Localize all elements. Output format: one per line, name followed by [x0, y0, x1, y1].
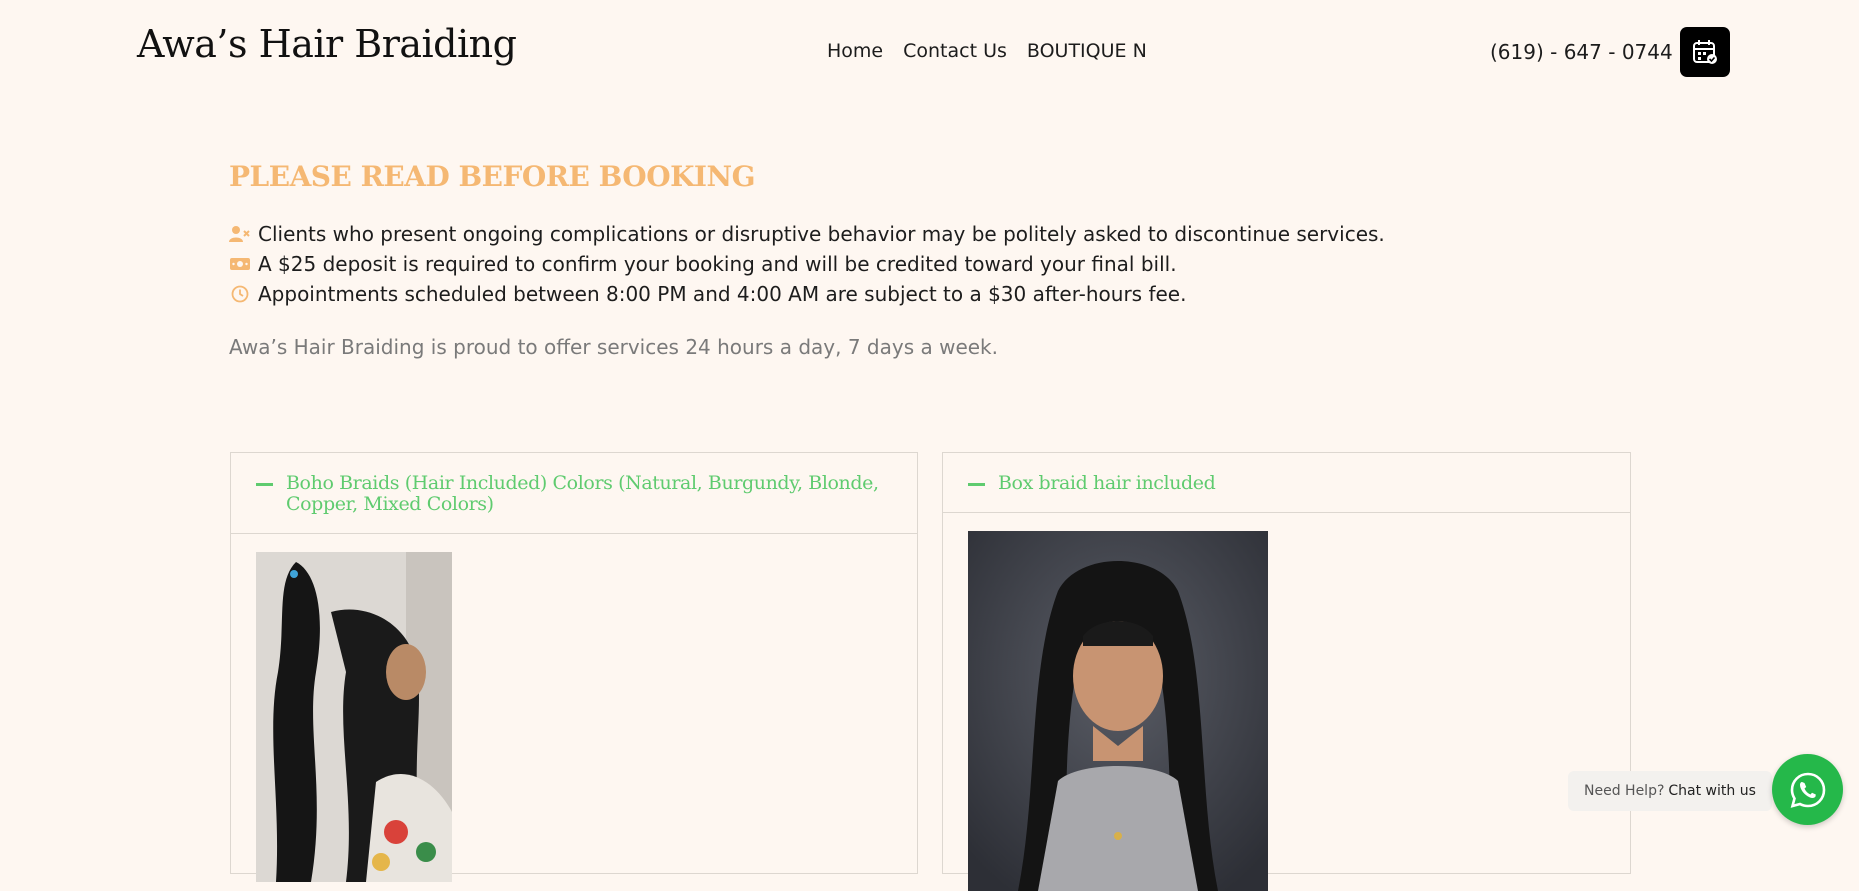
nav-boutique[interactable]: BOUTIQUE N — [1027, 40, 1147, 62]
nav-contact-us[interactable]: Contact Us — [903, 40, 1007, 62]
rule-text: Clients who present ongoing complication… — [258, 222, 1385, 246]
minus-icon — [256, 483, 273, 486]
box-braids-photo — [968, 531, 1268, 891]
service-card-boho-braids: Boho Braids (Hair Included) Colors (Natu… — [230, 452, 918, 882]
money-icon — [229, 254, 251, 274]
brand-logo[interactable]: Awa’s Hair Braiding — [137, 22, 517, 66]
calendar-check-icon — [1693, 40, 1717, 64]
minus-icon — [968, 483, 985, 486]
boho-braids-photo — [256, 552, 452, 882]
phone-number[interactable]: (619) - 647 - 0744 — [1490, 40, 1673, 64]
booking-notice: PLEASE READ BEFORE BOOKING Clients who p… — [229, 160, 1629, 359]
rule-text: Appointments scheduled between 8:00 PM a… — [258, 282, 1187, 306]
clock-icon — [229, 284, 251, 304]
whatsapp-icon — [1790, 772, 1825, 808]
site-header: Awa’s Hair Braiding Home Contact Us BOUT… — [0, 0, 1859, 104]
chat-prompt[interactable]: Need Help? Chat with us — [1568, 771, 1772, 811]
main-nav: Home Contact Us BOUTIQUE N — [827, 40, 1147, 62]
rule-text: A $25 deposit is required to confirm you… — [258, 252, 1177, 276]
rule-item: A $25 deposit is required to confirm you… — [229, 249, 1629, 279]
service-card-box-braids: Box braid hair included — [942, 452, 1631, 891]
accordion-header[interactable]: Box braid hair included — [943, 453, 1630, 513]
book-appointment-button[interactable] — [1680, 27, 1730, 77]
rule-item: Clients who present ongoing complication… — [229, 219, 1629, 249]
accordion-header[interactable]: Boho Braids (Hair Included) Colors (Natu… — [231, 453, 917, 534]
user-x-icon — [229, 224, 251, 244]
nav-home[interactable]: Home — [827, 40, 883, 62]
notice-title: PLEASE READ BEFORE BOOKING — [229, 160, 756, 193]
service-title: Boho Braids (Hair Included) Colors (Natu… — [286, 472, 879, 515]
service-title: Box braid hair included — [998, 472, 1216, 494]
whatsapp-chat-button[interactable] — [1772, 754, 1843, 825]
availability-note: Awa’s Hair Braiding is proud to offer se… — [229, 335, 998, 359]
rule-item: Appointments scheduled between 8:00 PM a… — [229, 279, 1629, 309]
